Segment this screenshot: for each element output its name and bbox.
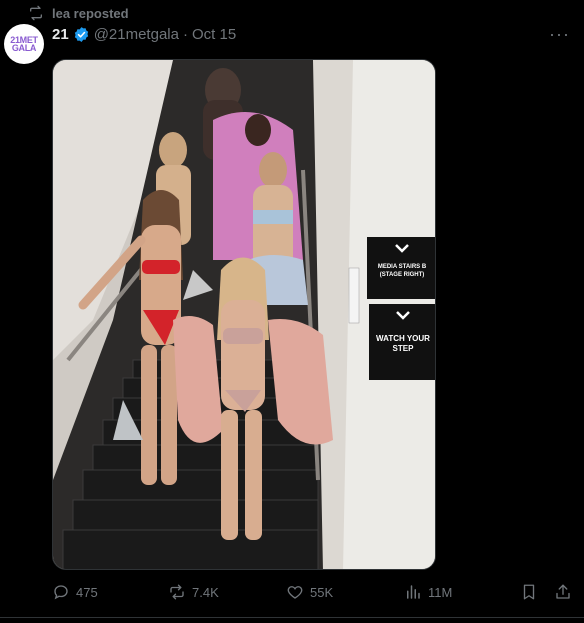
repost-button[interactable]: 7.4K bbox=[168, 583, 219, 601]
share-icon bbox=[556, 584, 570, 599]
verified-badge-icon[interactable] bbox=[73, 26, 90, 43]
sign-text-line: (STAGE RIGHT) bbox=[380, 272, 425, 278]
reply-icon bbox=[54, 585, 68, 600]
tweet[interactable]: lea reposted 21MET GALA 21 @21metgala · … bbox=[0, 0, 584, 623]
right-actions bbox=[520, 583, 572, 601]
like-button[interactable]: 55K bbox=[286, 583, 333, 601]
views-count: 11M bbox=[428, 584, 453, 600]
post-photo[interactable]: MEDIA STAIRS B (STAGE RIGHT) WATCH YOUR … bbox=[52, 59, 436, 570]
divider bbox=[0, 617, 584, 618]
separator-dot: · bbox=[182, 26, 188, 43]
repost-context: lea reposted bbox=[28, 5, 129, 21]
heart-icon bbox=[287, 586, 303, 599]
like-count: 55K bbox=[310, 584, 334, 600]
bookmark-icon bbox=[523, 584, 535, 600]
avatar-logo: 21MET GALA bbox=[10, 35, 38, 53]
reply-button[interactable]: 475 bbox=[52, 583, 98, 601]
handle[interactable]: @21metgala bbox=[94, 26, 179, 43]
avatar[interactable]: 21MET GALA bbox=[4, 24, 44, 64]
action-bar: 475 7.4K 55K 11M bbox=[52, 583, 572, 605]
display-name[interactable]: 21 bbox=[52, 26, 69, 43]
media-stairs-sign: MEDIA STAIRS B (STAGE RIGHT) bbox=[367, 237, 435, 299]
views-icon bbox=[407, 585, 420, 599]
tweet-header: 21 @21metgala · Oct 15 bbox=[52, 26, 236, 43]
repost-icon bbox=[170, 584, 184, 600]
share-button[interactable] bbox=[554, 583, 572, 601]
more-icon[interactable]: ··· bbox=[549, 24, 570, 45]
sign-text-line: STEP bbox=[393, 344, 415, 353]
reply-count: 475 bbox=[76, 584, 98, 600]
sign-text-line: MEDIA STAIRS B bbox=[378, 264, 427, 270]
repost-icon bbox=[30, 5, 42, 21]
repost-count: 7.4K bbox=[192, 584, 219, 600]
bookmark-button[interactable] bbox=[520, 583, 538, 601]
watch-step-sign: WATCH YOUR STEP bbox=[369, 304, 435, 380]
repost-context-text[interactable]: lea reposted bbox=[52, 6, 129, 21]
post-date[interactable]: Oct 15 bbox=[192, 26, 236, 43]
views-button[interactable]: 11M bbox=[404, 583, 452, 601]
sign-text-line: WATCH YOUR bbox=[376, 334, 430, 343]
